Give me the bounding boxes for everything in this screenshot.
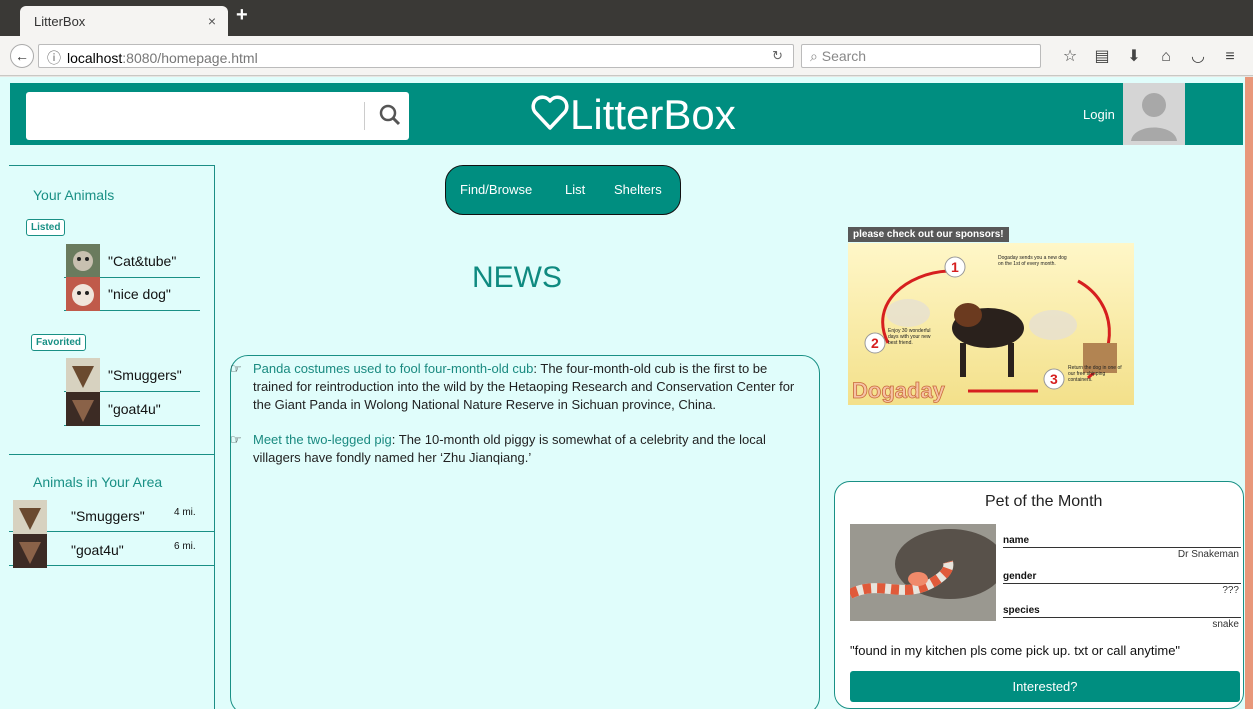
cat-thumbnail [66,244,100,278]
svg-text:2: 2 [871,335,879,351]
listed-animal-row[interactable]: "Cat&tube" [64,244,200,278]
news-link[interactable]: Meet the two-legged pig [253,432,392,447]
browser-search-placeholder: Search [821,48,867,64]
scroll-edge [1245,77,1253,709]
ad-brand: Dogaday [852,378,946,403]
pointing-hand-icon: ☞ [230,432,242,447]
goat-thumbnail [13,534,47,568]
info-icon[interactable]: ⓘ [47,50,61,66]
pointing-hand-icon: ☞ [230,361,242,376]
sidebar-divider [9,454,214,455]
browser-search-icon: ⌕ [810,48,818,64]
pet-species-value: snake [1212,619,1239,630]
brand-name: LitterBox [570,91,736,138]
svg-text:1: 1 [951,259,959,275]
distance: 4 mi. [174,507,196,518]
ad-step1: Dogaday sends you a new dog on the 1st o… [998,255,1067,267]
field-rule [1003,547,1241,548]
toolbar-icons: ☆ ▤ ⬇ ⌂ ◡ ≡ [1054,46,1246,66]
user-silhouette-icon [1131,93,1177,141]
menu-icon[interactable]: ≡ [1214,48,1246,66]
bookmark-star-icon[interactable]: ☆ [1054,46,1086,66]
news-link[interactable]: Panda costumes used to fool four-month-o… [253,361,533,376]
interested-button[interactable]: Interested? [850,671,1240,702]
field-rule [1003,583,1241,584]
nav-shelters[interactable]: Shelters [614,182,662,197]
page: LitterBox Login Your Animals Listed "Cat… [0,77,1253,709]
news-item: ☞ Meet the two-legged pig: The 10-month o… [230,431,808,467]
login-link[interactable]: Login [1083,107,1115,122]
svg-text:3: 3 [1050,371,1058,387]
site-logo[interactable]: LitterBox [530,91,736,139]
field-rule [1003,617,1241,618]
distance: 6 mi. [174,541,196,552]
browser-search-input[interactable]: ⌕ Search [801,44,1041,68]
site-header: LitterBox Login [10,83,1243,145]
animal-name: "goat4u" [108,401,161,417]
browser-nav-bar: ← ⓘ localhost:8080/homepage.html ↻ ⌕ Sear… [0,36,1253,76]
download-icon[interactable]: ⬇ [1118,46,1150,66]
avatar[interactable] [1123,83,1185,145]
news-box: ☞ Panda costumes used to fool four-month-… [230,355,820,709]
tab-close-icon[interactable]: × [208,13,216,29]
news-item: ☞ Panda costumes used to fool four-month-… [230,360,808,414]
search-icon[interactable] [378,103,402,127]
area-animal-row[interactable]: "Smuggers" 4 mi. [9,500,214,534]
animal-name: "Smuggers" [108,367,182,383]
pet-field-label: name [1003,535,1030,546]
animal-name: "goat4u" [71,542,124,558]
pet-of-month-card: Pet of the Month name Dr Snakeman gender… [834,481,1244,709]
listed-animal-row[interactable]: "nice dog" [64,277,200,311]
pet-description: "found in my kitchen pls come pick up. t… [850,643,1181,658]
tab-title: LitterBox [34,14,86,29]
news-title: NEWS [472,261,562,294]
goat-thumbnail [66,358,100,392]
area-title: Animals in Your Area [33,474,163,490]
pet-gender-value: ??? [1222,585,1239,596]
favorited-animal-row[interactable]: "Smuggers" [64,358,200,392]
back-arrow-icon[interactable]: ← [10,44,34,68]
your-animals-title: Your Animals [33,187,115,203]
pet-of-month-title: Pet of the Month [985,493,1103,510]
goat-thumbnail [66,392,100,426]
home-icon[interactable]: ⌂ [1150,48,1182,66]
url-host: localhost [67,50,123,66]
pet-photo [850,524,996,621]
animal-name: "Smuggers" [71,508,145,524]
nav-find-browse[interactable]: Find/Browse [460,182,532,197]
sponsors-label: please check out our sponsors! [848,227,1009,242]
pet-name-value: Dr Snakeman [1177,549,1239,560]
animal-name: "Cat&tube" [108,253,177,269]
dog-thumbnail [66,277,100,311]
browser-tab-bar: LitterBox × + [0,0,1253,36]
goat-thumbnail [13,500,47,534]
ad-step3: Return the dog in one of our free shippi… [1068,365,1122,383]
main-nav: Find/Browse List Shelters [445,165,681,215]
listed-badge: Listed [26,219,66,236]
favorited-animal-row[interactable]: "goat4u" [64,392,200,426]
pocket-icon[interactable]: ◡ [1182,46,1214,66]
nav-list[interactable]: List [565,182,585,197]
area-animal-row[interactable]: "goat4u" 6 mi. [9,534,214,568]
favorited-badge: Favorited [31,334,87,351]
url-bar[interactable]: ⓘ localhost:8080/homepage.html ↻ [38,44,794,68]
animal-name: "nice dog" [108,286,171,302]
sponsor-ad[interactable]: 1 2 3 Dogaday Dogaday sends you a new do… [848,243,1134,405]
reading-list-icon[interactable]: ▤ [1086,46,1118,66]
search-divider [364,102,365,130]
reload-icon[interactable]: ↻ [772,48,783,64]
url-path: :8080/homepage.html [122,50,258,66]
new-tab-button[interactable]: + [236,4,248,27]
sidebar: Your Animals Listed "Cat&tube" "nice dog… [9,165,215,709]
pet-field-label: species [1003,605,1040,616]
heart-icon [531,95,569,130]
pet-field-label: gender [1003,571,1037,582]
ad-step2: Enjoy 30 wonderful days with your new be… [888,328,931,346]
site-search-input[interactable] [26,92,409,140]
browser-tab[interactable]: LitterBox × [20,6,228,36]
